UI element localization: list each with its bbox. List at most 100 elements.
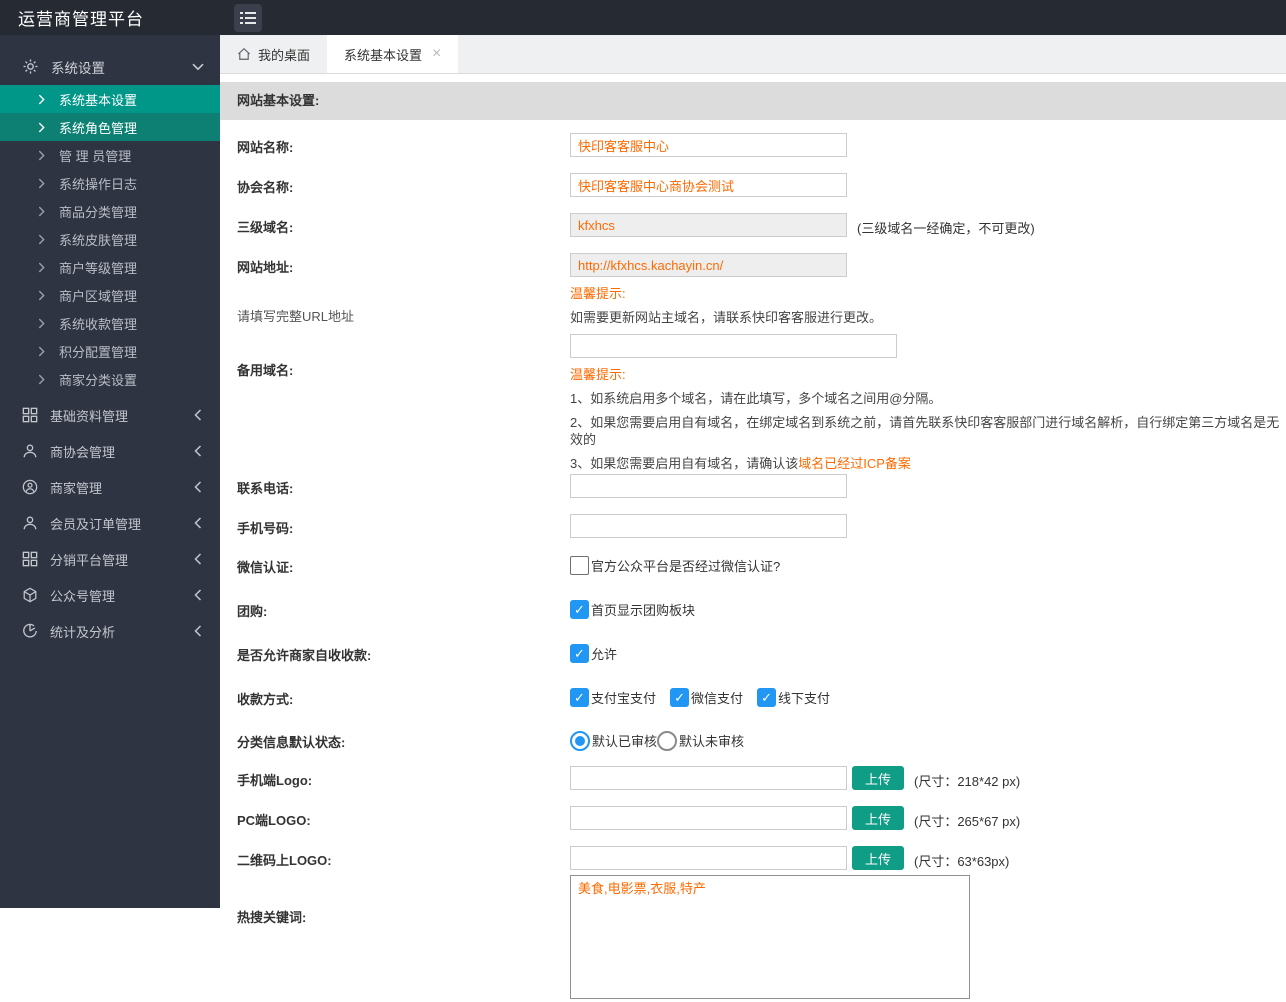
sidebar-section-member-orders[interactable]: 会员及订单管理 <box>0 505 220 541</box>
sidebar-item-system-payment[interactable]: 系统收款管理 <box>0 309 220 337</box>
merchant-collect-option: 允许 <box>591 647 618 662</box>
row-phone: 联系电话: <box>237 474 1286 498</box>
sidebar-section-official-account[interactable]: 公众号管理 <box>0 577 220 613</box>
arrow-right-icon <box>38 346 45 357</box>
qr-logo-label: 二维码上LOGO: <box>237 853 332 868</box>
panel-title: 网站基本设置: <box>220 82 1286 120</box>
site-url-input[interactable] <box>570 253 847 277</box>
subdomain-hint: (三级域名一经确定，不可更改) <box>857 221 1035 236</box>
arrow-right-icon <box>38 234 45 245</box>
groupon-option: 首页显示团购板块 <box>591 603 696 618</box>
chevron-left-icon <box>194 481 202 493</box>
sidebar-group-system-settings[interactable]: 系统设置 <box>0 48 220 85</box>
pay-methods-label: 收款方式: <box>237 692 294 707</box>
row-pc-logo: PC端LOGO: 上传 (尺寸：265*67 px) <box>237 806 1286 830</box>
person-icon <box>22 443 38 459</box>
hot-keywords-label: 热搜关键词: <box>237 910 307 925</box>
cube-icon <box>22 587 38 603</box>
row-wechat-cert: 微信认证: 官方公众平台是否经过微信认证? <box>237 555 1286 576</box>
mobile-input[interactable] <box>570 514 847 538</box>
qr-logo-input[interactable] <box>570 846 847 870</box>
pc-logo-upload-button[interactable]: 上传 <box>852 806 904 830</box>
mobile-logo-input[interactable] <box>570 766 847 790</box>
sidebar-item-points-config[interactable]: 积分配置管理 <box>0 337 220 365</box>
grid-icon <box>22 551 38 567</box>
chevron-left-icon <box>194 445 202 457</box>
row-info-status: 分类信息默认状态: 默认已审核 默认未审核 <box>237 730 1286 751</box>
wechat-cert-label: 微信认证: <box>237 560 294 575</box>
sidebar-section-association[interactable]: 商协会管理 <box>0 433 220 469</box>
arrow-right-icon <box>38 290 45 301</box>
arrow-right-icon <box>38 206 45 217</box>
mobile-logo-label: 手机端Logo: <box>237 773 313 788</box>
sidebar-item-system-role-management[interactable]: 系统角色管理 <box>0 113 220 141</box>
sidebar-submenu: 系统基本设置 系统角色管理 管 理 员管理 系统操作日志 商品分类管理 系统皮肤… <box>0 85 220 393</box>
row-mobile-logo: 手机端Logo: 上传 (尺寸：218*42 px) <box>237 766 1286 790</box>
close-icon[interactable]: × <box>432 45 441 63</box>
wechat-cert-option: 官方公众平台是否经过微信认证? <box>591 559 781 574</box>
tab-bar: 我的桌面 系统基本设置 × <box>220 35 1286 74</box>
mobile-label: 手机号码: <box>237 521 294 536</box>
groupon-checkbox[interactable]: ✓ <box>570 600 589 619</box>
alipay-checkbox[interactable]: ✓ <box>570 688 589 707</box>
sidebar-section-distribution[interactable]: 分销平台管理 <box>0 541 220 577</box>
qr-logo-upload-button[interactable]: 上传 <box>852 846 904 870</box>
merchant-collect-checkbox[interactable]: ✓ <box>570 644 589 663</box>
pc-logo-input[interactable] <box>570 806 847 830</box>
wechatpay-checkbox[interactable]: ✓ <box>670 688 690 707</box>
phone-label: 联系电话: <box>237 481 294 496</box>
arrow-right-icon <box>38 374 45 385</box>
person-circle-icon <box>22 479 38 495</box>
mobile-logo-upload-button[interactable]: 上传 <box>852 766 904 790</box>
sidebar-item-admin-management[interactable]: 管 理 员管理 <box>0 141 220 169</box>
top-bar: 运营商管理平台 <box>0 0 1286 35</box>
site-name-input[interactable] <box>570 133 847 157</box>
icp-filing-link[interactable]: 域名已经过ICP备案 <box>798 456 911 471</box>
sidebar-section-statistics[interactable]: 统计及分析 <box>0 613 220 649</box>
assoc-name-label: 协会名称: <box>237 180 294 195</box>
qr-logo-hint: (尺寸：63*63px) <box>914 854 1010 869</box>
sidebar-toggle-button[interactable] <box>234 3 262 32</box>
sidebar-item-merchant-category[interactable]: 商家分类设置 <box>0 365 220 393</box>
sidebar-item-system-skin[interactable]: 系统皮肤管理 <box>0 225 220 253</box>
subdomain-input[interactable] <box>570 213 847 237</box>
sidebar-item-product-category[interactable]: 商品分类管理 <box>0 197 220 225</box>
info-status-label: 分类信息默认状态: <box>237 735 346 750</box>
pc-logo-label: PC端LOGO: <box>237 813 311 828</box>
status-approved-radio[interactable] <box>570 730 590 751</box>
row-hot-keywords: 热搜关键词: 美食,电影票,衣服,特产 <box>237 875 1286 1002</box>
merchant-collect-label: 是否允许商家自收收款: <box>237 648 372 663</box>
settings-form: 网站名称: 协会名称: 三级域名: (三级域名一经确定，不可更改) 网站地址: … <box>220 133 1286 1002</box>
sidebar-item-system-basic-settings[interactable]: 系统基本设置 <box>0 85 220 113</box>
groupon-label: 团购: <box>237 604 268 619</box>
wechatpay-option: 微信支付 <box>691 691 744 706</box>
pc-logo-hint: (尺寸：265*67 px) <box>914 814 1021 829</box>
hamburger-list-icon <box>240 11 256 25</box>
assoc-name-input[interactable] <box>570 173 847 197</box>
offlinepay-checkbox[interactable]: ✓ <box>757 688 777 707</box>
tab-my-desktop[interactable]: 我的桌面 <box>220 35 327 73</box>
row-site-name: 网站名称: <box>237 133 1286 157</box>
wechat-cert-checkbox[interactable] <box>570 556 589 575</box>
sidebar-section-merchant[interactable]: 商家管理 <box>0 469 220 505</box>
offlinepay-option: 线下支付 <box>778 691 831 706</box>
person-icon <box>22 515 38 531</box>
status-unapproved-radio[interactable] <box>657 730 678 751</box>
arrow-right-icon <box>38 150 45 161</box>
backup-domain-tip-1: 1、如系统启用多个域名，请在此填写，多个域名之间用@分隔。 <box>570 391 942 406</box>
pie-chart-icon <box>22 623 38 639</box>
sidebar-section-basic-data[interactable]: 基础资料管理 <box>0 397 220 433</box>
chevron-left-icon <box>194 517 202 529</box>
backup-domain-input[interactable] <box>570 334 897 358</box>
hot-keywords-textarea[interactable]: 美食,电影票,衣服,特产 <box>570 875 970 999</box>
sidebar-item-merchant-level[interactable]: 商户等级管理 <box>0 253 220 281</box>
phone-input[interactable] <box>570 474 847 498</box>
row-mobile: 手机号码: <box>237 514 1286 538</box>
sidebar-item-system-operation-log[interactable]: 系统操作日志 <box>0 169 220 197</box>
site-url-sublabel: 请填写完整URL地址 <box>237 309 355 324</box>
main-content: 我的桌面 系统基本设置 × 网站基本设置: 网站名称: 协会名称: 三级域名: … <box>220 35 1286 999</box>
tab-system-basic-settings[interactable]: 系统基本设置 × <box>327 35 459 73</box>
arrow-right-icon <box>38 262 45 273</box>
sidebar-item-merchant-region[interactable]: 商户区域管理 <box>0 281 220 309</box>
status-unapproved-option: 默认未审核 <box>679 734 745 749</box>
